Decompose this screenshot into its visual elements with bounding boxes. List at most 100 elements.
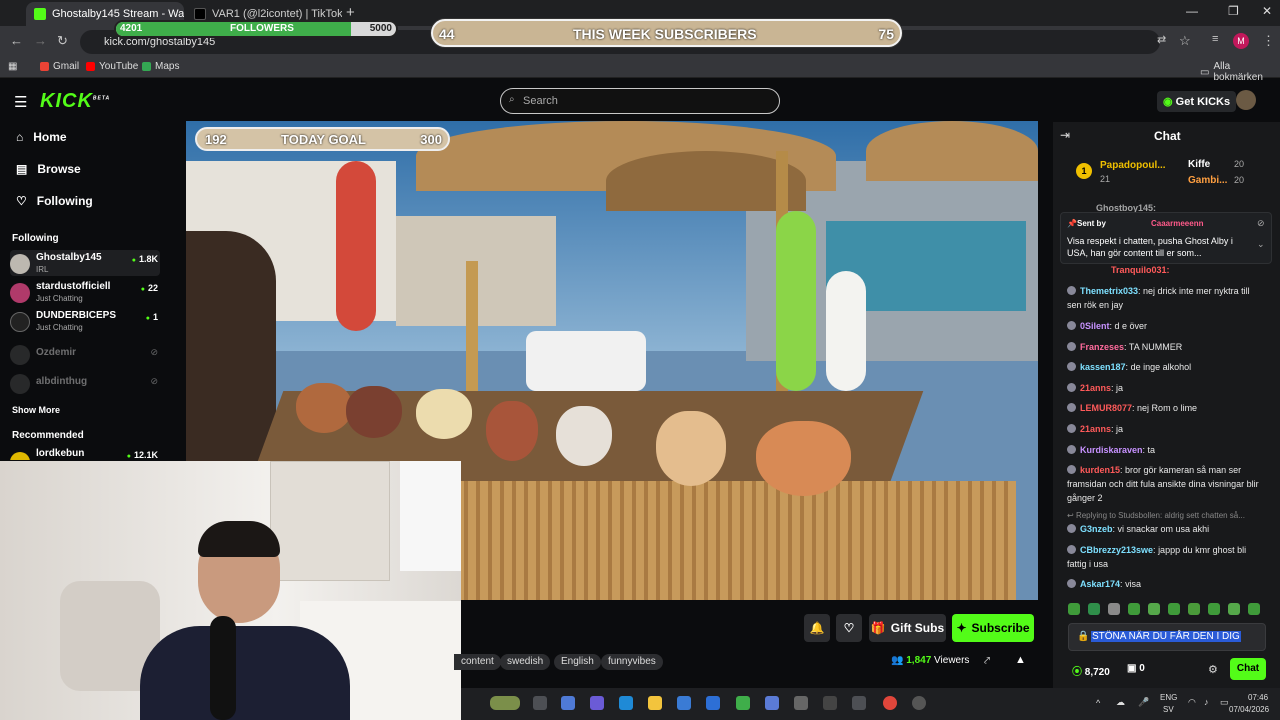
nav-browse[interactable]: ▤ Browse	[16, 162, 81, 176]
user-avatar[interactable]	[1236, 90, 1256, 110]
emote-icon[interactable]	[1108, 603, 1120, 615]
translate-icon[interactable]: ⇄	[1157, 33, 1166, 46]
chat-username[interactable]: 21anns	[1080, 383, 1111, 393]
battery-icon[interactable]: ▭	[1220, 697, 1229, 708]
media-icon[interactable]: ≡	[1212, 33, 1218, 45]
bookmark-gmail[interactable]: Gmail	[40, 61, 79, 72]
taskbar-store-icon[interactable]	[677, 696, 691, 710]
minimize-icon[interactable]: —	[1186, 4, 1198, 18]
tray-chevron-icon[interactable]: ^	[1096, 698, 1100, 708]
taskbar-app-icon[interactable]	[765, 696, 779, 710]
show-more-link[interactable]: Show More	[12, 405, 60, 415]
hamburger-menu-icon[interactable]: ☰	[14, 93, 27, 111]
pinned-message[interactable]: 📌 Sent by Caaarmeeenn ⊘ Visa respekt i c…	[1060, 212, 1272, 264]
tag-content[interactable]: content	[454, 654, 501, 670]
taskbar-obs-icon[interactable]	[912, 696, 926, 710]
following-channel[interactable]: stardustofficiell Just Chatting 22	[10, 279, 160, 305]
gift-icon: 🎁	[870, 621, 886, 635]
taskbar-search-icon[interactable]	[533, 696, 547, 710]
taskbar-app-icon[interactable]	[794, 696, 808, 710]
close-window-icon[interactable]: ✕	[1262, 4, 1272, 18]
chat-username[interactable]: CBbrezzy213swe	[1080, 545, 1153, 555]
taskbar-mail-icon[interactable]	[706, 696, 720, 710]
volume-icon[interactable]: ♪	[1204, 697, 1209, 707]
leader-name[interactable]: Kiffe	[1188, 159, 1210, 170]
report-icon[interactable]: ▲	[1015, 654, 1026, 666]
tag-swedish[interactable]: swedish	[500, 654, 551, 670]
taskbar-edge-icon[interactable]	[619, 696, 633, 710]
chat-username[interactable]: Tranquilo031:	[1111, 265, 1170, 275]
emote-icon[interactable]	[1088, 603, 1100, 615]
taskbar-chrome-icon[interactable]	[883, 696, 897, 710]
chat-username[interactable]: kassen187	[1080, 362, 1126, 372]
chat-username[interactable]: LEMUR8077	[1080, 403, 1132, 413]
emote-icon[interactable]	[1148, 603, 1160, 615]
search-input[interactable]: ⌕ Search	[500, 88, 780, 114]
chat-username[interactable]: Askar174	[1080, 579, 1120, 589]
taskbar-copilot-icon[interactable]	[561, 696, 575, 710]
settings-gear-icon[interactable]: ⚙	[1208, 663, 1218, 676]
bookmark-maps[interactable]: Maps	[142, 61, 179, 72]
chat-username[interactable]: 21anns	[1080, 424, 1111, 434]
emote-icon[interactable]	[1168, 603, 1180, 615]
notification-bell-button[interactable]: 🔔	[804, 614, 830, 642]
subscribe-button[interactable]: ✦ Subscribe	[952, 614, 1034, 642]
emote-icon[interactable]	[1128, 603, 1140, 615]
chat-username[interactable]: Themetrix033	[1080, 286, 1138, 296]
input-language[interactable]: ENG	[1160, 693, 1177, 702]
clock-time[interactable]: 07:46	[1248, 693, 1268, 702]
reload-icon[interactable]: ↻	[57, 33, 68, 49]
chat-username[interactable]: kurden15	[1080, 465, 1120, 475]
tag-english[interactable]: English	[554, 654, 601, 670]
new-tab-button[interactable]: +	[346, 4, 355, 21]
gift-count-display[interactable]: ▣ 0	[1127, 663, 1145, 674]
menu-icon[interactable]: ⋮	[1262, 33, 1275, 49]
maximize-icon[interactable]: ❐	[1228, 4, 1239, 18]
nav-home[interactable]: ⌂ Home	[16, 130, 67, 144]
taskbar-app-icon[interactable]	[823, 696, 837, 710]
tag-funnyvibes[interactable]: funnyvibes	[601, 654, 663, 670]
bookmark-youtube[interactable]: YouTube	[86, 61, 138, 72]
follow-heart-button[interactable]: ♡	[836, 614, 862, 642]
tray-icon[interactable]: ☁	[1116, 697, 1125, 708]
following-channel-offline[interactable]: albdinthug ⊘	[10, 370, 160, 396]
collapse-chat-icon[interactable]: ⇥	[1060, 128, 1070, 142]
gift-subs-button[interactable]: 🎁 Gift Subs	[869, 614, 946, 642]
taskbar-widget-icon[interactable]	[490, 696, 520, 710]
emote-icon[interactable]	[1188, 603, 1200, 615]
following-channel-offline[interactable]: Ozdemir ⊘	[10, 341, 160, 367]
chat-username[interactable]: G3nzeb	[1080, 524, 1113, 534]
back-icon[interactable]: ←	[10, 33, 23, 48]
get-kicks-button[interactable]: ◉ Get KICKs	[1157, 91, 1237, 112]
emote-icon[interactable]	[1228, 603, 1240, 615]
taskbar-app-icon[interactable]	[736, 696, 750, 710]
kick-logo[interactable]: KICKBETA	[40, 90, 110, 113]
send-chat-button[interactable]: Chat	[1230, 658, 1266, 680]
taskbar-teams-icon[interactable]	[590, 696, 604, 710]
nav-following[interactable]: ♡ Following	[16, 194, 93, 208]
wifi-icon[interactable]: ◠	[1188, 697, 1196, 708]
apps-icon[interactable]: ▦	[8, 61, 17, 72]
tray-mic-icon[interactable]: 🎤	[1138, 697, 1149, 708]
chat-username[interactable]: 0Silent	[1080, 321, 1110, 331]
following-channel[interactable]: DUNDERBICEPS Just Chatting 1	[10, 308, 160, 334]
taskbar-app-icon[interactable]	[852, 696, 866, 710]
forward-icon[interactable]: →	[34, 33, 47, 48]
leader-name[interactable]: Papadopoul...	[1100, 160, 1166, 171]
recommended-channel[interactable]: lordkebun 12.1K	[10, 446, 160, 460]
unpin-icon[interactable]: ⊘	[1257, 218, 1265, 229]
emote-icon[interactable]	[1208, 603, 1220, 615]
chat-username[interactable]: Kurdiskaraven	[1080, 445, 1143, 455]
profile-avatar[interactable]: M	[1233, 33, 1249, 49]
chat-input[interactable]: 🔒 STÖNA NÄR DU FÅR DEN I DIG	[1068, 623, 1266, 651]
following-channel[interactable]: Ghostalby145 IRL 1.8K	[10, 250, 160, 276]
leader-name[interactable]: Gambi...	[1188, 175, 1227, 186]
bookmark-star-icon[interactable]: ☆	[1179, 33, 1191, 49]
emote-icon[interactable]	[1068, 603, 1080, 615]
chat-username[interactable]: Franzeses	[1080, 342, 1124, 352]
points-display[interactable]: ⦿ 8,720	[1072, 663, 1110, 678]
emote-icon[interactable]	[1248, 603, 1260, 615]
expand-icon[interactable]: ⌄	[1257, 239, 1265, 250]
share-icon[interactable]: ⤤	[984, 655, 990, 668]
taskbar-explorer-icon[interactable]	[648, 696, 662, 710]
